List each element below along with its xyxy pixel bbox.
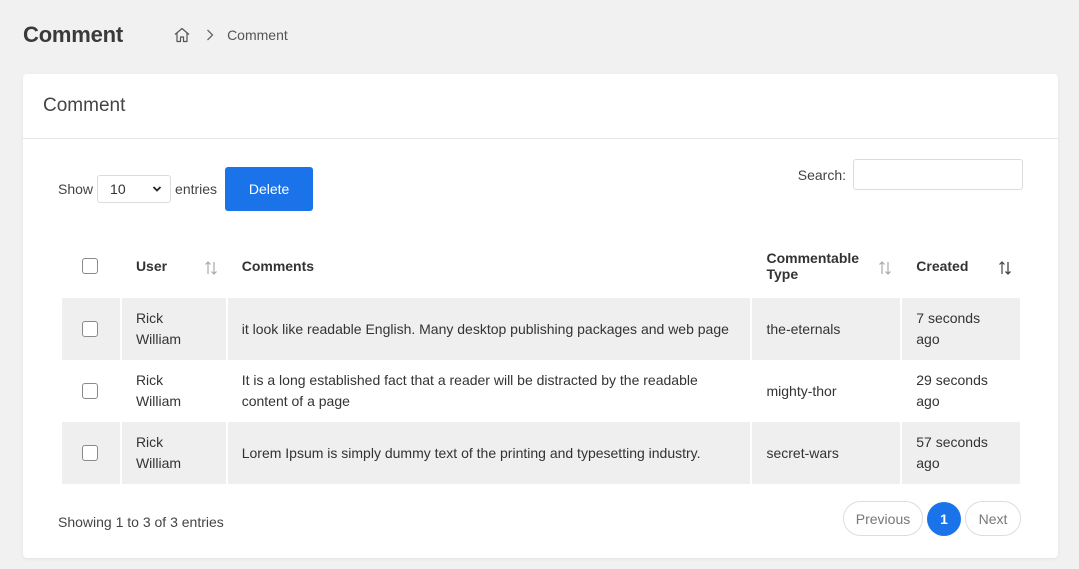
cell-user: Rick William bbox=[121, 298, 226, 360]
search-label: Search: bbox=[797, 166, 846, 183]
table-info: Showing 1 to 3 of 3 entries bbox=[58, 514, 224, 530]
page-title: Comment bbox=[23, 22, 124, 47]
row-checkbox-cell bbox=[62, 360, 120, 422]
table-header-row: User Comments Commentable Type Created bbox=[62, 233, 1020, 298]
row-checkbox[interactable] bbox=[82, 383, 98, 399]
next-button[interactable]: Next bbox=[965, 501, 1021, 536]
header-user[interactable]: User bbox=[122, 233, 226, 298]
chevron-down-icon bbox=[152, 186, 162, 192]
entries-per-page-select[interactable]: 10 bbox=[97, 175, 172, 203]
sort-desc-icon bbox=[999, 261, 1011, 275]
select-all-header bbox=[62, 233, 120, 298]
row-checkbox[interactable] bbox=[82, 321, 98, 337]
header-comments-label: Comments bbox=[241, 257, 315, 274]
row-checkbox-cell bbox=[62, 298, 120, 360]
cell-type: mighty-thor bbox=[766, 382, 837, 399]
header-commentable-type[interactable]: Commentable Type bbox=[752, 233, 900, 298]
chevron-right-icon bbox=[205, 28, 215, 42]
comments-table: User Comments Commentable Type Created R… bbox=[60, 233, 1022, 484]
cell-user: Rick William bbox=[121, 422, 226, 484]
table-row: Rick William It is a long established fa… bbox=[62, 360, 1020, 422]
header-type-line1: Commentable bbox=[766, 249, 860, 266]
sort-icon bbox=[879, 261, 892, 275]
cell-created: 7 seconds ago bbox=[902, 298, 1020, 360]
search-area: Search: bbox=[798, 159, 1023, 190]
entries-label: entries bbox=[175, 181, 218, 197]
comment-card: Comment Show 10 entries Delete Search: U… bbox=[23, 74, 1058, 558]
cell-type: secret-wars bbox=[752, 422, 901, 484]
page-1-button[interactable]: 1 bbox=[927, 501, 961, 536]
select-all-checkbox[interactable] bbox=[82, 257, 98, 274]
header-comments: Comments bbox=[228, 233, 751, 298]
header-user-label: User bbox=[135, 257, 168, 274]
cell-comment: it look like readable English. Many desk… bbox=[227, 298, 751, 360]
cell-created: 29 seconds ago bbox=[916, 372, 988, 409]
breadcrumb-current: Comment bbox=[227, 27, 288, 43]
table-row: Rick William Lorem Ipsum is simply dummy… bbox=[62, 422, 1020, 484]
previous-button[interactable]: Previous bbox=[843, 501, 923, 536]
cell-created: 57 seconds ago bbox=[902, 422, 1020, 484]
cell-type: the-eternals bbox=[752, 298, 901, 360]
breadcrumb: Comment bbox=[173, 26, 288, 44]
card-title: Comment bbox=[23, 74, 1058, 139]
page-header: Comment Comment bbox=[23, 18, 288, 52]
pagination: Previous 1 Next bbox=[843, 501, 1021, 536]
entries-per-page-value: 10 bbox=[110, 181, 126, 197]
cell-comment: Lorem Ipsum is simply dummy text of the … bbox=[227, 422, 751, 484]
home-icon[interactable] bbox=[173, 26, 191, 44]
row-checkbox-cell bbox=[62, 422, 120, 484]
header-created-label: Created bbox=[916, 257, 969, 274]
search-input[interactable] bbox=[853, 159, 1023, 190]
sort-icon bbox=[204, 261, 217, 275]
table-row: Rick William it look like readable Engli… bbox=[62, 298, 1020, 360]
header-type-line2: Type bbox=[766, 265, 799, 282]
table-length-controls: Show 10 entries Delete bbox=[58, 167, 314, 211]
row-checkbox[interactable] bbox=[82, 445, 98, 461]
delete-button[interactable]: Delete bbox=[225, 167, 314, 211]
cell-user: Rick William bbox=[135, 372, 182, 409]
header-created[interactable]: Created bbox=[902, 233, 1020, 298]
cell-comment: It is a long established fact that a rea… bbox=[241, 372, 698, 409]
show-label: Show bbox=[58, 181, 94, 197]
